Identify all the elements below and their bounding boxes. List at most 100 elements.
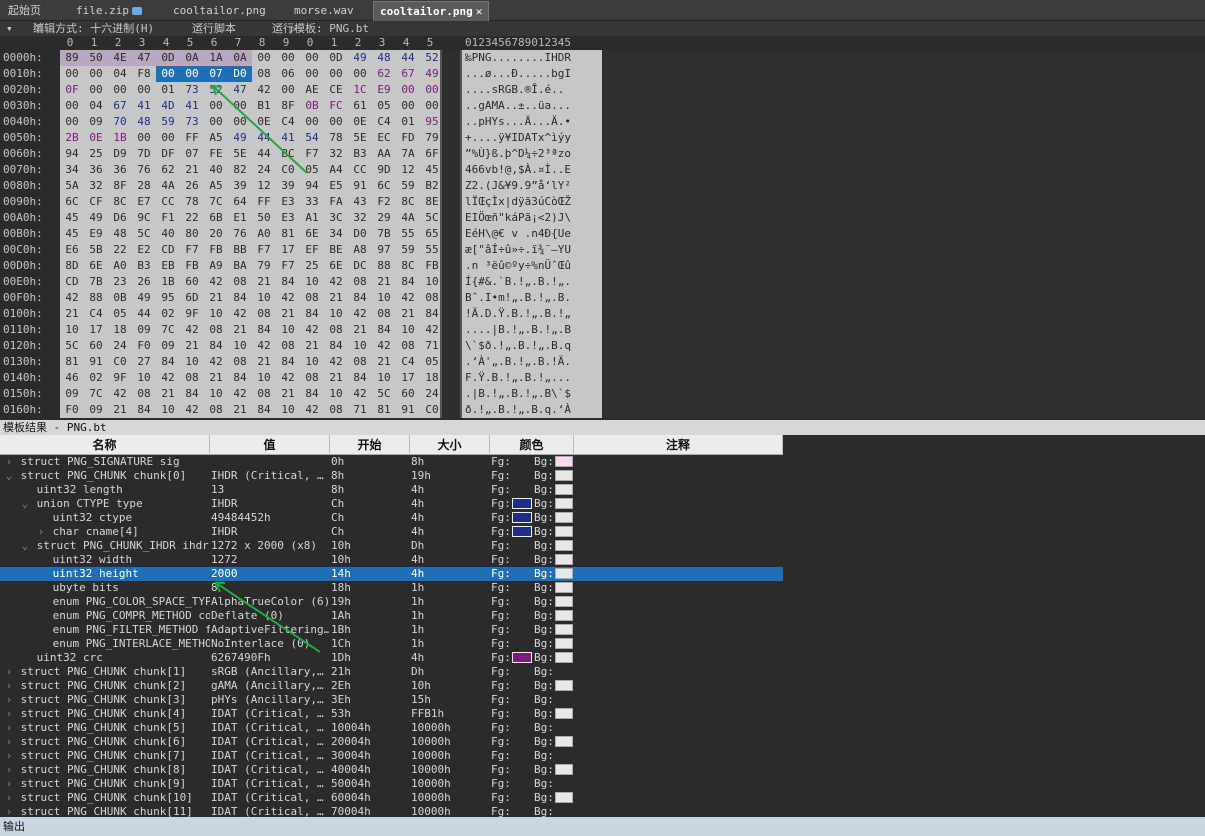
collapsed-arrow-icon[interactable]: › (4, 455, 14, 469)
hex-byte[interactable]: 17 (84, 322, 108, 338)
hex-byte[interactable]: 6B (204, 210, 228, 226)
hex-byte[interactable]: 60 (180, 274, 204, 290)
hex-byte[interactable]: 08 (348, 354, 372, 370)
hex-byte[interactable]: 95 (156, 290, 180, 306)
hex-byte[interactable]: 44 (252, 146, 276, 162)
hex-byte[interactable]: 07 (180, 146, 204, 162)
hex-byte[interactable]: 21 (252, 274, 276, 290)
hex-byte[interactable]: 00 (324, 66, 348, 82)
hex-byte[interactable]: 52 (420, 50, 440, 66)
table-row[interactable]: uint32 ctype 49484452h Ch 4h Fg: Bg: (0, 511, 783, 525)
hex-byte[interactable]: 34 (60, 162, 84, 178)
hex-byte[interactable]: 49 (84, 210, 108, 226)
fg-swatch[interactable] (512, 610, 532, 621)
hex-byte[interactable]: 32 (324, 146, 348, 162)
hex-byte[interactable]: 21 (300, 338, 324, 354)
collapsed-arrow-icon[interactable]: › (4, 749, 14, 763)
hex-byte[interactable]: 84 (180, 386, 204, 402)
hex-byte[interactable]: 49 (132, 290, 156, 306)
hex-byte[interactable]: 94 (300, 178, 324, 194)
hex-byte[interactable]: 84 (300, 386, 324, 402)
hex-byte[interactable]: 1B (108, 130, 132, 146)
hex-byte[interactable]: 41 (276, 130, 300, 146)
ascii-row[interactable]: 466vb!@‚$À.¤Ì..E (462, 162, 602, 178)
hex-byte[interactable]: 10 (132, 370, 156, 386)
table-row[interactable]: enum PNG_COLOR_SPACE_TYP… AlphaTrueColor … (0, 595, 783, 609)
expanded-arrow-icon[interactable]: ⌄ (4, 469, 14, 483)
hex-byte[interactable]: 71 (420, 338, 440, 354)
hex-byte[interactable]: C0 (276, 162, 300, 178)
ascii-row[interactable]: Z2.(J&¥9.9”å‘lY² (462, 178, 602, 194)
collapsed-arrow-icon[interactable]: › (4, 693, 14, 707)
hex-byte[interactable]: 39 (228, 178, 252, 194)
hex-byte[interactable]: 10 (300, 354, 324, 370)
hex-byte[interactable]: 4A (396, 210, 420, 226)
tab-morse-wav[interactable]: morse.wav (288, 1, 360, 21)
table-row[interactable]: enum PNG_INTERLACE_METHO… NoInterlace (0)… (0, 637, 783, 651)
fg-swatch[interactable] (512, 512, 532, 523)
hex-byte[interactable]: 59 (156, 114, 180, 130)
hex-byte[interactable]: 08 (324, 322, 348, 338)
table-row[interactable]: uint32 length 13 8h 4h Fg: Bg: (0, 483, 783, 497)
fg-swatch[interactable] (512, 526, 532, 537)
hex-byte[interactable]: 42 (204, 354, 228, 370)
hex-byte[interactable]: 09 (156, 338, 180, 354)
hex-byte[interactable]: 44 (132, 306, 156, 322)
tab-cooltailor-png[interactable]: cooltailor.png (167, 1, 272, 21)
hex-byte[interactable]: 05 (300, 162, 324, 178)
hex-byte[interactable]: 21 (396, 306, 420, 322)
hex-byte[interactable]: 42 (276, 370, 300, 386)
hex-byte[interactable]: 28 (132, 178, 156, 194)
hex-byte[interactable]: 70 (108, 114, 132, 130)
hex-byte[interactable]: 10 (204, 386, 228, 402)
hex-byte[interactable]: FB (420, 258, 440, 274)
hex-byte[interactable]: F7 (276, 258, 300, 274)
hex-byte[interactable]: 00 (420, 98, 440, 114)
hex-byte[interactable]: 32 (84, 178, 108, 194)
hex-byte[interactable]: BB (228, 242, 252, 258)
hex-byte[interactable]: 64 (228, 194, 252, 210)
hex-byte[interactable]: 10 (156, 402, 180, 418)
fg-swatch[interactable] (512, 568, 532, 579)
hex-byte[interactable]: E7 (132, 194, 156, 210)
hex-byte[interactable]: 73 (180, 82, 204, 98)
fg-swatch[interactable] (512, 624, 532, 635)
hex-byte[interactable]: 08 (252, 306, 276, 322)
hex-byte[interactable]: A5 (204, 178, 228, 194)
bg-swatch[interactable] (555, 736, 573, 747)
hex-byte[interactable]: 0A (180, 50, 204, 66)
hex-byte[interactable]: 42 (180, 322, 204, 338)
bg-swatch[interactable] (555, 540, 573, 551)
hex-byte[interactable]: B2 (420, 178, 440, 194)
fg-swatch[interactable] (512, 638, 532, 649)
hex-byte[interactable]: 81 (60, 354, 84, 370)
table-row[interactable]: › struct PNG_CHUNK chunk[10] IDAT (Critic… (0, 791, 783, 805)
hex-byte[interactable]: 10 (324, 306, 348, 322)
hex-byte[interactable]: 05 (108, 306, 132, 322)
hex-byte[interactable]: 42 (372, 338, 396, 354)
hex-byte[interactable]: 0B (108, 290, 132, 306)
hex-byte[interactable]: 20 (204, 226, 228, 242)
bg-swatch[interactable] (555, 582, 573, 593)
hex-byte[interactable]: 24 (252, 162, 276, 178)
hex-byte[interactable]: 26 (132, 274, 156, 290)
hex-byte[interactable]: 21 (108, 402, 132, 418)
hex-byte[interactable]: BC (276, 146, 300, 162)
hex-byte[interactable]: 44 (396, 50, 420, 66)
table-row[interactable]: › struct PNG_CHUNK chunk[2] gAMA (Ancilla… (0, 679, 783, 693)
hex-byte[interactable]: A4 (324, 162, 348, 178)
hex-byte[interactable]: 84 (420, 306, 440, 322)
hex-byte[interactable]: 10 (252, 290, 276, 306)
ascii-row[interactable]: ”%Ù}ß.þ^D¼÷2³ªzo (462, 146, 602, 162)
hex-byte[interactable]: 8F (276, 98, 300, 114)
hex-byte[interactable]: 84 (156, 354, 180, 370)
hex-byte[interactable]: 84 (228, 290, 252, 306)
hex-byte[interactable]: 21 (276, 306, 300, 322)
table-row[interactable]: › struct PNG_CHUNK chunk[5] IDAT (Critica… (0, 721, 783, 735)
hex-byte[interactable]: 8F (108, 178, 132, 194)
hex-byte[interactable]: 08 (228, 274, 252, 290)
fg-swatch[interactable] (512, 680, 532, 691)
hex-byte[interactable]: 55 (420, 242, 440, 258)
tab-file-zip[interactable]: file.zip (70, 1, 148, 21)
hex-byte[interactable]: 0B (300, 98, 324, 114)
